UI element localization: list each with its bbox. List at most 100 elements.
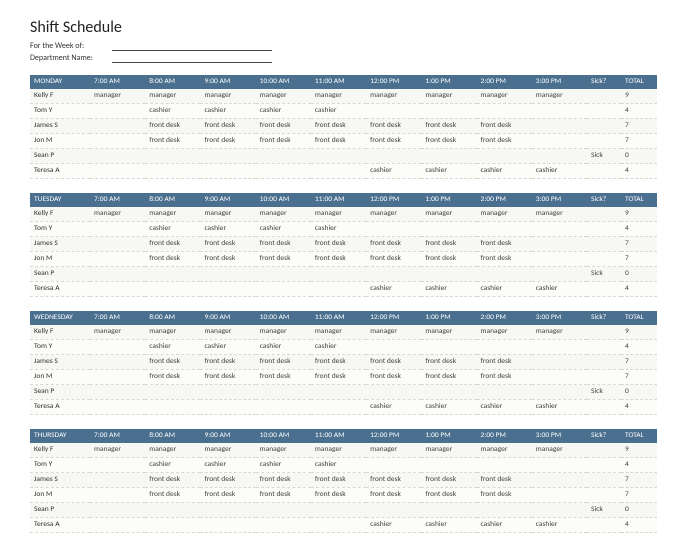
shift-cell bbox=[366, 503, 421, 518]
shift-cell bbox=[366, 385, 421, 400]
time-header: 8:00 AM bbox=[145, 311, 200, 325]
shift-cell: manager bbox=[200, 325, 255, 340]
time-header: 9:00 AM bbox=[200, 193, 255, 207]
day-block: WEDNESDAY7:00 AM8:00 AM9:00 AM10:00 AM11… bbox=[30, 311, 657, 415]
shift-cell bbox=[532, 119, 587, 134]
table-row: Tom Ycashiercashiercashiercashier4 bbox=[30, 222, 657, 237]
employee-name: James S bbox=[30, 237, 90, 252]
shift-cell: manager bbox=[366, 443, 421, 458]
shift-cell: front desk bbox=[200, 252, 255, 267]
shift-cell: cashier bbox=[200, 222, 255, 237]
shift-cell bbox=[532, 473, 587, 488]
shift-cell: front desk bbox=[200, 237, 255, 252]
total-cell: 7 bbox=[621, 119, 657, 134]
time-header: 10:00 AM bbox=[256, 311, 311, 325]
shift-cell: cashier bbox=[532, 400, 587, 415]
time-header: 12:00 PM bbox=[366, 75, 421, 89]
time-header: 12:00 PM bbox=[366, 429, 421, 443]
employee-name: James S bbox=[30, 119, 90, 134]
time-header: 1:00 PM bbox=[421, 429, 476, 443]
shift-cell bbox=[532, 370, 587, 385]
shift-cell: manager bbox=[256, 325, 311, 340]
shift-cell bbox=[256, 385, 311, 400]
shift-cell: manager bbox=[532, 325, 587, 340]
employee-name: Tom Y bbox=[30, 340, 90, 355]
shift-cell bbox=[90, 340, 145, 355]
sick-cell bbox=[587, 237, 621, 252]
employee-name: Jon M bbox=[30, 488, 90, 503]
sick-cell bbox=[587, 207, 621, 222]
shift-cell: front desk bbox=[366, 252, 421, 267]
sick-cell: Sick bbox=[587, 385, 621, 400]
shift-cell bbox=[200, 267, 255, 282]
shift-cell bbox=[532, 355, 587, 370]
shift-cell: cashier bbox=[200, 458, 255, 473]
time-header: 1:00 PM bbox=[421, 193, 476, 207]
shift-cell: cashier bbox=[311, 458, 366, 473]
shift-cell: front desk bbox=[477, 119, 532, 134]
schedule-container: MONDAY7:00 AM8:00 AM9:00 AM10:00 AM11:00… bbox=[30, 75, 657, 533]
shift-cell: manager bbox=[421, 443, 476, 458]
time-header: 3:00 PM bbox=[532, 75, 587, 89]
shift-cell bbox=[532, 488, 587, 503]
shift-cell: cashier bbox=[532, 164, 587, 179]
table-row: Tom Ycashiercashiercashiercashier4 bbox=[30, 458, 657, 473]
shift-cell: front desk bbox=[421, 237, 476, 252]
shift-cell: front desk bbox=[366, 488, 421, 503]
shift-cell bbox=[366, 458, 421, 473]
shift-cell: front desk bbox=[477, 237, 532, 252]
employee-name: Jon M bbox=[30, 252, 90, 267]
day-block: THURSDAY7:00 AM8:00 AM9:00 AM10:00 AM11:… bbox=[30, 429, 657, 533]
shift-cell: cashier bbox=[366, 282, 421, 297]
time-header: 1:00 PM bbox=[421, 311, 476, 325]
shift-cell: front desk bbox=[366, 134, 421, 149]
table-row: Sean PSick0 bbox=[30, 267, 657, 282]
shift-cell: manager bbox=[256, 443, 311, 458]
time-header: 7:00 AM bbox=[90, 429, 145, 443]
shift-cell bbox=[90, 134, 145, 149]
shift-cell: cashier bbox=[366, 164, 421, 179]
shift-cell: manager bbox=[145, 325, 200, 340]
shift-cell: front desk bbox=[477, 473, 532, 488]
day-block: MONDAY7:00 AM8:00 AM9:00 AM10:00 AM11:00… bbox=[30, 75, 657, 179]
shift-cell: manager bbox=[421, 325, 476, 340]
shift-cell: manager bbox=[311, 89, 366, 104]
table-row: Teresa Acashiercashiercashiercashier4 bbox=[30, 400, 657, 415]
shift-cell bbox=[421, 503, 476, 518]
shift-cell: front desk bbox=[200, 119, 255, 134]
sick-cell bbox=[587, 473, 621, 488]
shift-cell: cashier bbox=[311, 340, 366, 355]
page-title: Shift Schedule bbox=[30, 18, 657, 37]
shift-cell: front desk bbox=[477, 488, 532, 503]
shift-cell bbox=[532, 252, 587, 267]
shift-cell: cashier bbox=[256, 458, 311, 473]
meta-week-label: For the Week of: bbox=[30, 41, 108, 51]
shift-cell bbox=[366, 222, 421, 237]
shift-cell bbox=[366, 149, 421, 164]
total-cell: 7 bbox=[621, 237, 657, 252]
total-cell: 4 bbox=[621, 282, 657, 297]
employee-name: Tom Y bbox=[30, 222, 90, 237]
employee-name: Jon M bbox=[30, 134, 90, 149]
sick-cell bbox=[587, 400, 621, 415]
shift-cell: front desk bbox=[311, 237, 366, 252]
shift-cell: manager bbox=[477, 89, 532, 104]
sick-header: Sick? bbox=[587, 193, 621, 207]
table-row: Sean PSick0 bbox=[30, 149, 657, 164]
employee-name: Jon M bbox=[30, 370, 90, 385]
shift-cell: cashier bbox=[145, 458, 200, 473]
shift-cell: cashier bbox=[421, 400, 476, 415]
shift-cell: cashier bbox=[477, 400, 532, 415]
time-header: 11:00 AM bbox=[311, 75, 366, 89]
total-cell: 4 bbox=[621, 458, 657, 473]
shift-cell bbox=[477, 340, 532, 355]
shift-cell: front desk bbox=[421, 488, 476, 503]
sick-cell bbox=[587, 458, 621, 473]
employee-name: Sean P bbox=[30, 149, 90, 164]
shift-cell bbox=[90, 473, 145, 488]
shift-cell: manager bbox=[532, 207, 587, 222]
time-header: 11:00 AM bbox=[311, 311, 366, 325]
employee-name: Sean P bbox=[30, 267, 90, 282]
shift-cell: front desk bbox=[421, 252, 476, 267]
shift-cell: cashier bbox=[200, 340, 255, 355]
